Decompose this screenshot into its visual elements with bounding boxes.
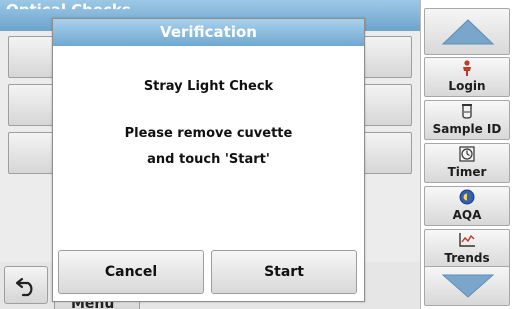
trends-button[interactable]: Trends xyxy=(424,229,510,269)
scroll-down-button[interactable] xyxy=(424,266,510,306)
verification-dialog: Verification Stray Light Check Please re… xyxy=(52,18,365,302)
trends-label: Trends xyxy=(444,251,490,265)
triangle-up-icon xyxy=(441,19,495,45)
login-button[interactable]: Login xyxy=(424,57,510,97)
side-panel: Login Sample ID Timer AQA Trends xyxy=(420,0,512,309)
triangle-down-icon xyxy=(441,274,495,298)
person-icon xyxy=(463,60,471,76)
aqa-icon xyxy=(459,189,475,205)
dialog-instruction-line-2: and touch 'Start' xyxy=(147,152,270,167)
sample-vial-icon xyxy=(462,104,472,119)
dialog-title: Verification xyxy=(53,19,364,46)
dialog-instruction-line-1: Please remove cuvette xyxy=(124,126,293,141)
aqa-button[interactable]: AQA xyxy=(424,186,510,226)
sample-id-button[interactable]: Sample ID xyxy=(424,100,510,140)
dialog-heading: Stray Light Check xyxy=(143,79,274,94)
sample-id-label: Sample ID xyxy=(432,122,502,136)
trends-chart-icon xyxy=(459,233,475,247)
timer-icon xyxy=(459,146,475,162)
undo-arrow-icon xyxy=(15,277,33,297)
timer-label: Timer xyxy=(447,165,487,179)
scroll-up-button[interactable] xyxy=(424,8,510,55)
screen-title: Optical Checks xyxy=(6,1,131,19)
timer-button[interactable]: Timer xyxy=(424,143,510,183)
back-button[interactable] xyxy=(4,266,48,304)
login-label: Login xyxy=(448,79,486,93)
aqa-label: AQA xyxy=(452,208,482,222)
start-button[interactable]: Start xyxy=(211,250,357,294)
cancel-button[interactable]: Cancel xyxy=(58,250,204,294)
